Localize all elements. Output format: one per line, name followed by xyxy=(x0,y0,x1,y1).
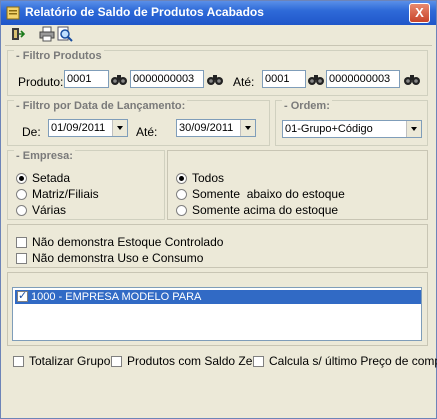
app-icon xyxy=(6,6,20,20)
totalizar-grupo-label[interactable]: Totalizar Grupo xyxy=(29,354,110,368)
report-window: Relatório de Saldo de Produtos Acabados … xyxy=(0,0,437,419)
data-ate-label: Até: xyxy=(136,125,158,139)
chevron-down-icon[interactable] xyxy=(240,120,255,136)
radio-empresa-varias[interactable] xyxy=(16,205,27,216)
chevron-down-icon[interactable] xyxy=(112,120,127,136)
empresa-group: - Empresa: Setada Matriz/Filiais Várias xyxy=(7,150,165,220)
filtro-produtos-group: - Filtro Produtos Produto: 0001 00000000… xyxy=(7,50,428,96)
checkbox-calcula-ultimo-preco[interactable] xyxy=(253,356,264,367)
estoque-acima-label[interactable]: Somente acima do estoque xyxy=(192,203,338,217)
opcoes-group: Não demonstra Estoque Controlado Não dem… xyxy=(7,224,428,268)
toolbar xyxy=(1,25,436,43)
data-de-label: De: xyxy=(22,125,41,139)
search-produto-ate-grupo-icon[interactable] xyxy=(307,72,325,86)
checkbox-empresa-1000[interactable] xyxy=(17,289,28,303)
filtro-data-legend: - Filtro por Data de Lançamento: xyxy=(14,100,188,112)
empresa-legend: - Empresa: xyxy=(14,150,75,162)
preview-icon[interactable] xyxy=(57,26,73,42)
produto-de-codigo-input[interactable]: 0000000003 xyxy=(130,70,204,88)
filtro-data-group: - Filtro por Data de Lançamento: De: 01/… xyxy=(7,100,270,146)
ordem-legend: - Ordem: xyxy=(282,100,332,112)
estoque-abaixo-label[interactable]: Somente abaixo do estoque xyxy=(192,187,345,201)
form-area: - Filtro Produtos Produto: 0001 00000000… xyxy=(5,45,437,416)
data-ate-value: 30/09/2011 xyxy=(179,122,234,134)
exit-icon[interactable] xyxy=(9,26,25,42)
checkbox-nao-uso-consumo[interactable] xyxy=(16,253,27,264)
checkbox-nao-estoque-controlado[interactable] xyxy=(16,237,27,248)
list-item[interactable]: 1000 - EMPRESA MODELO PARA xyxy=(15,289,421,304)
produto-ate-codigo-input[interactable]: 0000000003 xyxy=(326,70,400,88)
window-title: Relatório de Saldo de Produtos Acabados xyxy=(25,5,264,19)
radio-estoque-acima[interactable] xyxy=(176,205,187,216)
radio-empresa-matriz-filiais[interactable] xyxy=(16,189,27,200)
empresa-1000-label: 1000 - EMPRESA MODELO PARA xyxy=(31,291,202,303)
close-button[interactable]: X xyxy=(409,3,430,23)
produtos-saldo-zero-label[interactable]: Produtos com Saldo Zero xyxy=(127,354,263,368)
produto-label: Produto: xyxy=(18,75,64,89)
radio-estoque-todos[interactable] xyxy=(176,173,187,184)
search-produto-de-grupo-icon[interactable] xyxy=(110,72,128,86)
title-bar[interactable]: Relatório de Saldo de Produtos Acabados … xyxy=(1,1,436,25)
empresas-listbox[interactable]: 1000 - EMPRESA MODELO PARA xyxy=(12,287,422,341)
ordem-group: - Ordem: 01-Grupo+Código xyxy=(275,100,428,146)
radio-empresa-setada[interactable] xyxy=(16,173,27,184)
nao-estoque-controlado-label[interactable]: Não demonstra Estoque Controlado xyxy=(32,235,223,249)
print-icon[interactable] xyxy=(39,26,55,42)
empresa-varias-label[interactable]: Várias xyxy=(32,203,66,217)
filtro-produtos-legend: - Filtro Produtos xyxy=(14,50,104,62)
checkbox-produtos-saldo-zero[interactable] xyxy=(111,356,122,367)
calcula-ultimo-preco-label[interactable]: Calcula s/ último Preço de compra xyxy=(269,354,437,368)
estoque-todos-label[interactable]: Todos xyxy=(192,171,224,185)
search-produto-ate-codigo-icon[interactable] xyxy=(403,72,421,86)
chevron-down-icon[interactable] xyxy=(406,121,421,137)
data-ate-picker[interactable]: 30/09/2011 xyxy=(176,119,256,137)
ordem-value: 01-Grupo+Código xyxy=(285,123,373,135)
produto-ate-label: Até: xyxy=(233,75,255,89)
estoque-group: Todos Somente abaixo do estoque Somente … xyxy=(167,150,428,220)
radio-estoque-abaixo[interactable] xyxy=(176,189,187,200)
data-de-value: 01/09/2011 xyxy=(51,122,106,134)
produto-ate-grupo-input[interactable]: 0001 xyxy=(262,70,306,88)
checkbox-totalizar-grupo[interactable] xyxy=(13,356,24,367)
search-produto-de-codigo-icon[interactable] xyxy=(206,72,224,86)
nao-uso-consumo-label[interactable]: Não demonstra Uso e Consumo xyxy=(32,251,203,265)
data-de-picker[interactable]: 01/09/2011 xyxy=(48,119,128,137)
empresa-setada-label[interactable]: Setada xyxy=(32,171,70,185)
produto-de-grupo-input[interactable]: 0001 xyxy=(64,70,109,88)
ordem-select[interactable]: 01-Grupo+Código xyxy=(282,120,422,138)
empresa-matriz-filiais-label[interactable]: Matriz/Filiais xyxy=(32,187,99,201)
empresas-list-group: 1000 - EMPRESA MODELO PARA xyxy=(7,272,428,346)
